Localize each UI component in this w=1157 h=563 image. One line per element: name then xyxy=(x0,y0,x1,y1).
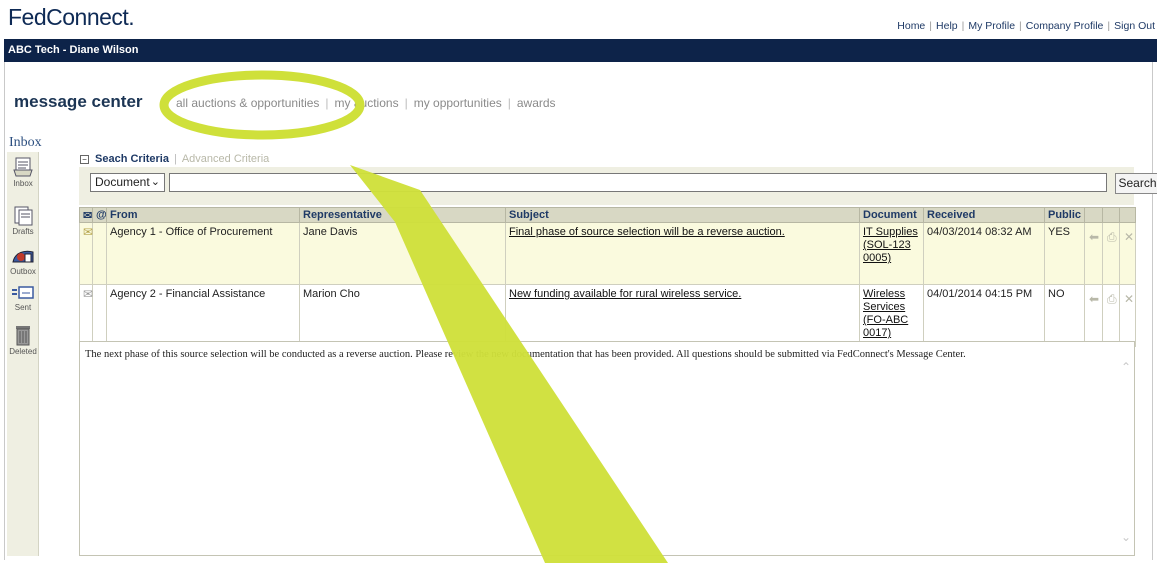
delete-icon[interactable]: ✕ xyxy=(1119,284,1136,347)
column-received[interactable]: Received xyxy=(923,207,1045,223)
scroll-up-icon[interactable]: ⌃ xyxy=(1121,360,1131,375)
message-table: ✉ @ From Representative Subject Document… xyxy=(79,207,1136,347)
subject-link[interactable]: Final phase of source selection will be … xyxy=(509,226,785,238)
document-type-value: Document xyxy=(95,175,150,189)
representative-cell: Jane Davis xyxy=(299,222,506,285)
collapse-icon[interactable]: − xyxy=(80,154,89,164)
message-center-nav: all auctions & opportunities | my auctions… xyxy=(176,96,556,110)
document-cell[interactable]: Wireless Services (FO-ABC 0017) xyxy=(859,284,924,347)
sidebar-item-drafts[interactable]: Drafts xyxy=(7,206,39,236)
outbox-icon xyxy=(12,250,34,263)
search-panel: Document ⌄ Search xyxy=(79,167,1157,205)
document-type-select[interactable]: Document ⌄ xyxy=(90,173,165,192)
search-button[interactable]: Search xyxy=(1115,173,1157,194)
search-criteria-title[interactable]: Seach Criteria xyxy=(95,153,169,165)
column-delete xyxy=(1119,207,1136,223)
sidebar-item-sent[interactable]: Sent xyxy=(7,284,39,312)
nav-all-auctions-opportunities[interactable]: all auctions & opportunities xyxy=(176,96,319,110)
scroll-down-icon[interactable]: ⌄ xyxy=(1121,530,1131,545)
column-document[interactable]: Document xyxy=(859,207,924,223)
folder-sidebar: Inbox Drafts Outbox Sent Deleted xyxy=(7,152,39,556)
home-link[interactable]: Home xyxy=(897,20,925,32)
sent-icon xyxy=(12,286,34,299)
representative-cell: Marion Cho xyxy=(299,284,506,347)
search-criteria-header: − Seach Criteria | Advanced Criteria xyxy=(80,153,269,165)
table-row[interactable]: ✉ Agency 2 - Financial Assistance Marion… xyxy=(79,284,1136,347)
user-bar: ABC Tech - Diane Wilson xyxy=(4,39,1157,62)
subject-cell[interactable]: New funding available for rural wireless… xyxy=(505,284,860,347)
column-from[interactable]: From xyxy=(106,207,300,223)
top-nav-links: Home | Help | My Profile | Company Profile | Sig… xyxy=(897,20,1155,32)
drafts-icon xyxy=(14,206,33,226)
attachment-cell xyxy=(92,284,107,347)
received-cell: 04/01/2014 04:15 PM xyxy=(923,284,1045,347)
public-cell: YES xyxy=(1044,222,1085,285)
search-input[interactable] xyxy=(169,173,1107,192)
reply-icon[interactable]: ⬅ xyxy=(1084,222,1103,285)
sidebar-item-inbox[interactable]: Inbox xyxy=(7,156,39,188)
chevron-down-icon: ⌄ xyxy=(150,176,160,188)
message-center-title: message center xyxy=(14,92,143,111)
attachment-cell xyxy=(92,222,107,285)
print-icon[interactable]: ⎙ xyxy=(1102,222,1120,285)
column-reply xyxy=(1084,207,1103,223)
help-link[interactable]: Help xyxy=(936,20,958,32)
trash-icon xyxy=(16,326,30,346)
subject-link[interactable]: New funding available for rural wireless… xyxy=(509,288,741,300)
public-cell: NO xyxy=(1044,284,1085,347)
nav-awards[interactable]: awards xyxy=(517,96,556,110)
sidebar-item-label: Outbox xyxy=(10,267,36,276)
delete-icon[interactable]: ✕ xyxy=(1119,222,1136,285)
envelope-open-icon: ✉ xyxy=(79,222,93,285)
document-cell[interactable]: IT Supplies (SOL-123 0005) xyxy=(859,222,924,285)
table-header-row: ✉ @ From Representative Subject Document… xyxy=(79,207,1136,223)
sidebar-item-label: Drafts xyxy=(12,227,34,236)
column-print xyxy=(1102,207,1120,223)
attachment-header-icon: @ xyxy=(92,207,107,223)
sidebar-item-outbox[interactable]: Outbox xyxy=(7,246,39,276)
advanced-criteria-link[interactable]: Advanced Criteria xyxy=(182,153,269,165)
column-public[interactable]: Public xyxy=(1044,207,1085,223)
from-cell: Agency 2 - Financial Assistance xyxy=(106,284,300,347)
sidebar-item-label: Deleted xyxy=(9,347,37,356)
column-representative[interactable]: Representative xyxy=(299,207,506,223)
sidebar-item-deleted[interactable]: Deleted xyxy=(7,324,39,356)
nav-my-auctions[interactable]: my auctions xyxy=(335,96,399,110)
envelope-icon: ✉ xyxy=(79,284,93,347)
my-profile-link[interactable]: My Profile xyxy=(968,20,1015,32)
inbox-icon xyxy=(13,157,33,177)
column-subject[interactable]: Subject xyxy=(505,207,860,223)
document-link[interactable]: IT Supplies (SOL-123 0005) xyxy=(863,226,918,264)
print-icon[interactable]: ⎙ xyxy=(1102,284,1120,347)
sidebar-item-label: Inbox xyxy=(13,179,33,188)
document-link[interactable]: Wireless Services (FO-ABC 0017) xyxy=(863,288,908,339)
from-cell: Agency 1 - Office of Procurement xyxy=(106,222,300,285)
message-preview-pane[interactable]: The next phase of this source selection … xyxy=(79,341,1135,556)
envelope-header-icon: ✉ xyxy=(79,207,93,223)
subject-cell[interactable]: Final phase of source selection will be … xyxy=(505,222,860,285)
nav-my-opportunities[interactable]: my opportunities xyxy=(414,96,502,110)
reply-icon[interactable]: ⬅ xyxy=(1084,284,1103,347)
frame-right xyxy=(1152,62,1153,560)
table-row[interactable]: ✉ Agency 1 - Office of Procurement Jane … xyxy=(79,222,1136,285)
sign-out-link[interactable]: Sign Out xyxy=(1114,20,1155,32)
sidebar-item-label: Sent xyxy=(14,303,32,312)
frame-left xyxy=(4,62,5,560)
received-cell: 04/03/2014 08:32 AM xyxy=(923,222,1045,285)
company-profile-link[interactable]: Company Profile xyxy=(1026,20,1104,32)
message-body: The next phase of this source selection … xyxy=(85,349,966,360)
folder-title: Inbox xyxy=(9,135,42,150)
fedconnect-logo: FedConnect. xyxy=(8,4,135,30)
